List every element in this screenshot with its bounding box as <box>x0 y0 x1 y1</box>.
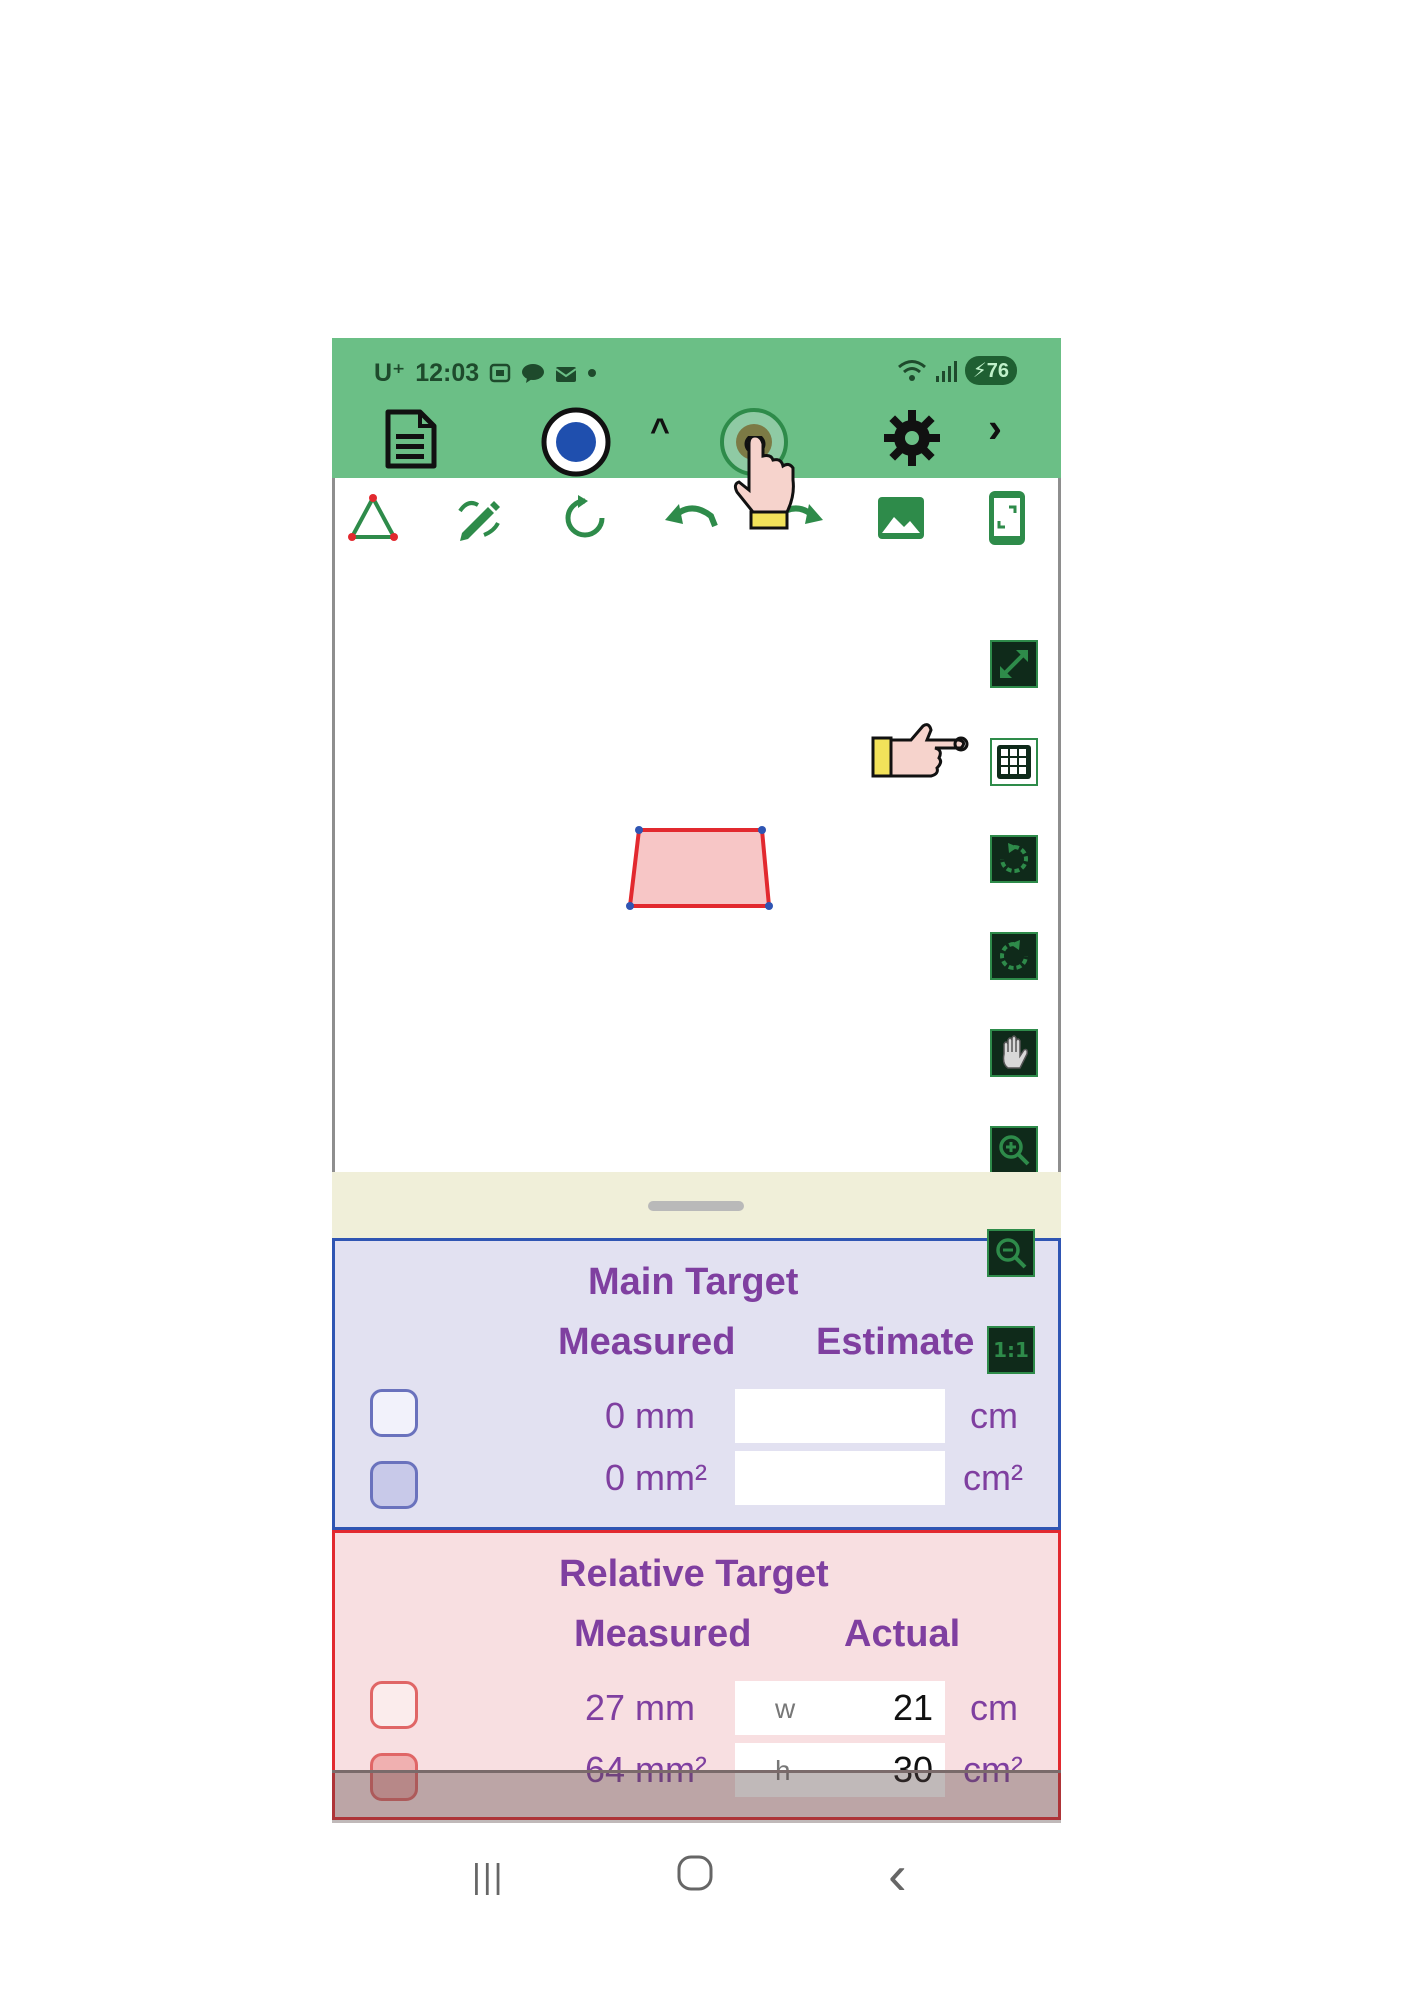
tap-hand-cursor-icon <box>733 433 805 537</box>
main-target-title: Main Target <box>588 1261 799 1303</box>
main-length-unit: cm <box>970 1395 1018 1436</box>
main-toolbar: ^ › <box>332 398 1061 478</box>
zoom-in-icon[interactable] <box>990 1126 1038 1174</box>
battery-indicator: ⚡76 <box>964 356 1017 385</box>
reset-rotate-icon[interactable] <box>555 488 615 548</box>
signal-icon <box>935 360 957 382</box>
main-area-checkbox[interactable] <box>370 1461 418 1509</box>
chevron-up-icon[interactable]: ^ <box>650 412 670 451</box>
shape-vertex <box>626 902 634 910</box>
relative-width-checkbox[interactable] <box>370 1681 418 1729</box>
pointing-hand-cursor-icon <box>871 718 971 795</box>
carrier-label: U⁺ <box>374 359 406 387</box>
scale-label: 1:1 <box>993 1338 1029 1362</box>
relative-width-measured: 27 mm <box>585 1687 696 1728</box>
drawing-canvas[interactable] <box>332 433 1064 1174</box>
scale-1to1-icon[interactable]: 1:1 <box>987 1326 1035 1374</box>
main-estimate-header: Estimate <box>816 1321 975 1363</box>
relative-width-input[interactable]: w 21 <box>735 1681 945 1735</box>
hand-pan-icon[interactable] <box>990 1029 1038 1077</box>
recent-apps-button[interactable]: ||| <box>472 1858 505 1897</box>
rotate-cw-icon[interactable] <box>990 835 1038 883</box>
phone-frame-icon[interactable] <box>977 488 1037 548</box>
main-length-measured: 0 mm <box>605 1395 695 1436</box>
back-button[interactable]: ‹ <box>888 1842 907 1907</box>
width-value: 21 <box>892 1687 933 1728</box>
undo-icon[interactable] <box>661 488 721 548</box>
main-area-estimate-input[interactable] <box>735 1451 945 1505</box>
status-bar: U⁺ 12:03 ⚡76 <box>332 356 1061 396</box>
main-measured-header: Measured <box>558 1321 736 1363</box>
width-label: w <box>775 1693 796 1724</box>
main-target-panel: Main Target Measured Estimate 0 mm cm 0 … <box>332 1229 1061 1530</box>
main-length-estimate-input[interactable] <box>735 1389 945 1443</box>
app-screen: U⁺ 12:03 ⚡76 ^ › Main Target Measured Es… <box>332 338 1064 1906</box>
system-nav-bar: ||| ‹ <box>332 1820 1061 1940</box>
relative-measured-header: Measured <box>574 1613 752 1655</box>
main-length-checkbox[interactable] <box>370 1389 418 1437</box>
status-time: 12:03 <box>415 358 480 387</box>
image-icon[interactable] <box>871 488 931 548</box>
shape-vertex <box>765 902 773 910</box>
home-button[interactable] <box>676 1854 714 1897</box>
main-area-measured: 0 mm² <box>605 1457 707 1498</box>
talk-notification-icon <box>522 364 545 383</box>
battery-level: 76 <box>986 360 1009 382</box>
wifi-icon <box>897 359 926 381</box>
relative-target-title: Relative Target <box>559 1553 829 1595</box>
top-bar: U⁺ 12:03 ⚡76 ^ › <box>332 338 1061 478</box>
edit-pencil-icon[interactable] <box>449 488 509 548</box>
document-icon[interactable] <box>380 408 442 475</box>
zoom-out-icon[interactable] <box>987 1229 1035 1277</box>
measured-shape[interactable] <box>623 824 773 914</box>
triangle-tool-icon[interactable] <box>343 488 403 548</box>
screenshot-notification-icon <box>489 363 511 383</box>
drag-handle[interactable] <box>648 1201 744 1211</box>
shape-vertex <box>635 826 643 834</box>
mail-notification-icon <box>555 367 577 382</box>
chevron-right-icon[interactable]: › <box>988 404 1002 452</box>
grid-icon[interactable] <box>990 738 1038 786</box>
main-area-unit: cm² <box>963 1457 1023 1498</box>
relative-width-unit: cm <box>970 1687 1018 1728</box>
gear-icon[interactable] <box>882 408 942 473</box>
bottom-sheet-handle-strip[interactable] <box>332 1172 1061 1238</box>
blue-record-button[interactable] <box>540 406 612 483</box>
drawing-tool-row <box>335 488 1064 558</box>
more-notifications-dot-icon <box>588 369 597 377</box>
rotate-ccw-icon[interactable] <box>990 932 1038 980</box>
expand-icon[interactable] <box>990 640 1038 688</box>
relative-actual-header: Actual <box>844 1613 961 1655</box>
shape-vertex <box>758 826 766 834</box>
bottom-shade-overlay <box>332 1770 1061 1823</box>
